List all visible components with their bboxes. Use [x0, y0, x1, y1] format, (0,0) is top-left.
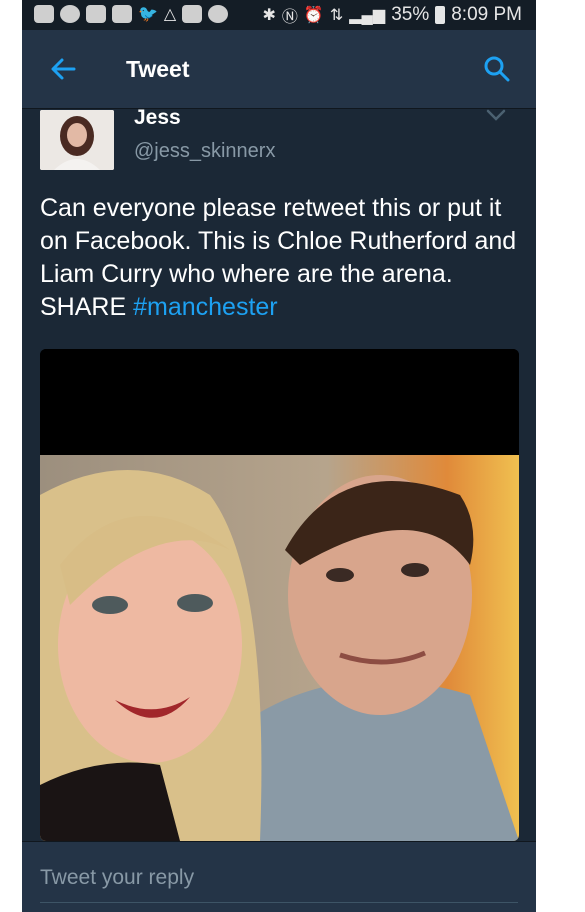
- alarm-icon: ⏰: [303, 7, 324, 24]
- instagram-icon: [86, 5, 106, 23]
- notification-icons: 🐦 △: [34, 4, 229, 24]
- chevron-down-icon[interactable]: [486, 108, 506, 122]
- message-icon: [34, 5, 54, 23]
- clock: 8:09 PM: [451, 4, 522, 25]
- spotify-icon: [60, 5, 80, 23]
- search-icon[interactable]: [482, 54, 512, 84]
- system-status: ✱ Ⓝ ⏰ ⇅ ▂▄▆ 35% 8:09 PM: [263, 3, 523, 27]
- instagram-icon: [182, 5, 203, 23]
- author-name[interactable]: Jess: [134, 106, 181, 130]
- data-icon: ⇅: [329, 7, 344, 24]
- reply-input[interactable]: Tweet your reply: [40, 866, 194, 890]
- app-header: Tweet: [22, 30, 536, 109]
- hashtag-link[interactable]: #manchester: [133, 293, 278, 321]
- avatar[interactable]: [40, 110, 114, 170]
- tweet-media[interactable]: [40, 349, 519, 841]
- signal-icon: ▂▄▆: [349, 7, 386, 24]
- phone-screen: 🐦 △ ✱ Ⓝ ⏰ ⇅ ▂▄▆ 35% 8:09 PM Tweet Jess @…: [22, 0, 536, 912]
- page-title: Tweet: [126, 56, 190, 82]
- tweet-text: Can everyone please retweet this or put …: [40, 192, 530, 324]
- reply-underline: [40, 902, 518, 903]
- tweet-photo[interactable]: [40, 455, 519, 841]
- facebook-icon: [112, 5, 132, 23]
- status-bar: 🐦 △ ✱ Ⓝ ⏰ ⇅ ▂▄▆ 35% 8:09 PM: [22, 0, 536, 30]
- reply-bar: Tweet your reply: [22, 841, 536, 912]
- bluetooth-icon: ✱: [262, 7, 276, 24]
- spiral-icon: [208, 5, 229, 23]
- battery-icon: [435, 6, 446, 24]
- back-arrow-icon[interactable]: [48, 54, 78, 84]
- battery-percent: 35%: [391, 4, 430, 25]
- twitter-icon: 🐦: [138, 6, 158, 23]
- media-black-band: [40, 349, 519, 455]
- drive-icon: △: [163, 6, 177, 23]
- author-handle[interactable]: @jess_skinnerx: [134, 140, 275, 163]
- nfc-icon: Ⓝ: [281, 9, 298, 26]
- tweet-body: Can everyone please retweet this or put …: [40, 194, 517, 321]
